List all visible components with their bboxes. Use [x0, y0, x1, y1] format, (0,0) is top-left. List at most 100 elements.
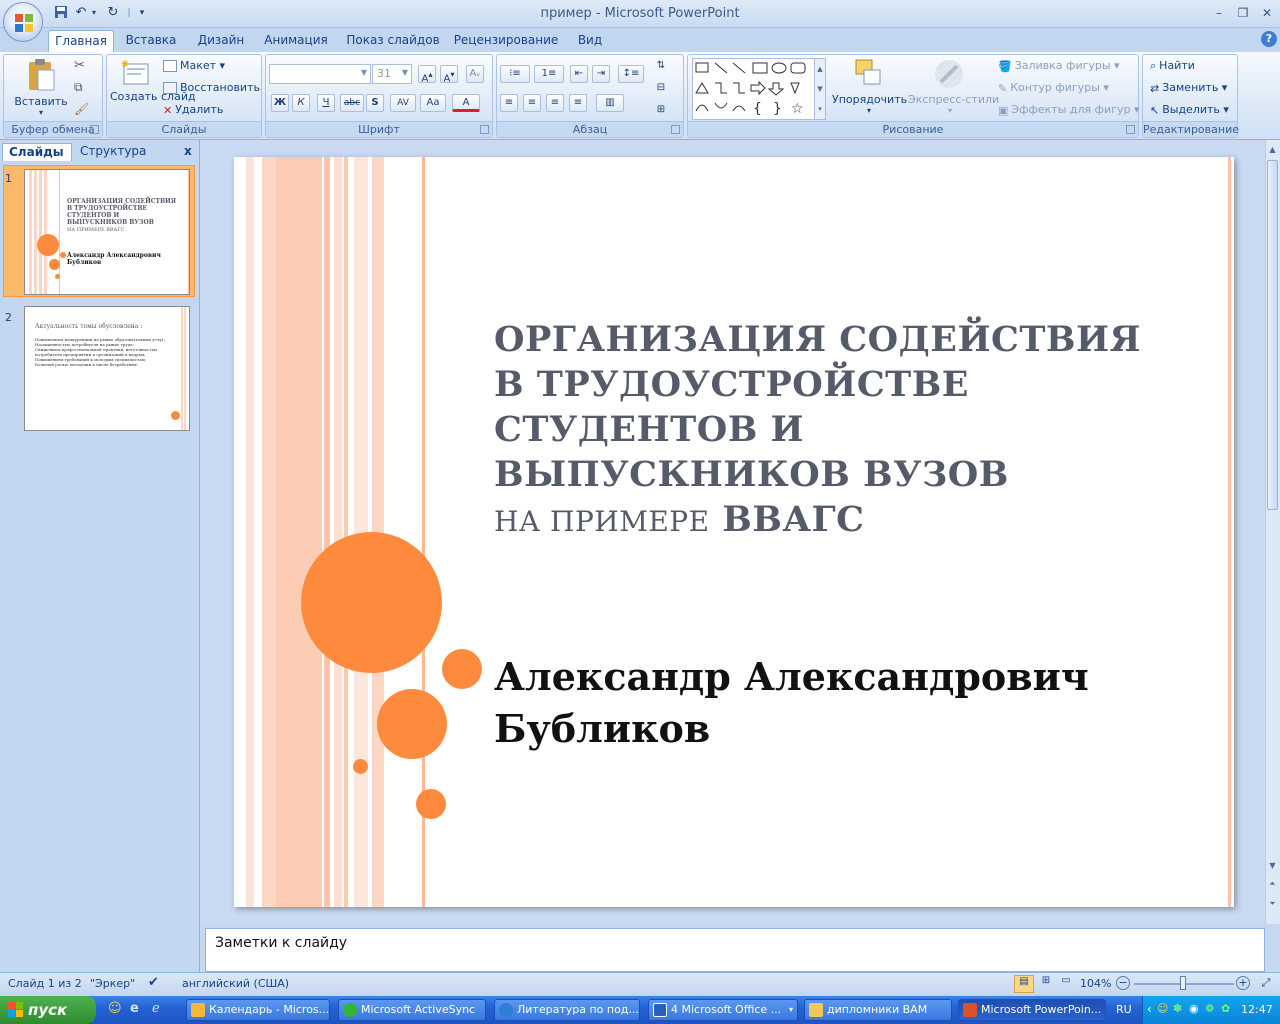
scroll-down-icon[interactable]: ▼ — [1265, 858, 1280, 873]
scroll-thumb[interactable] — [1267, 160, 1278, 510]
tray-icq-icon[interactable]: ✿ — [1221, 1002, 1230, 1015]
taskbar-button-activesync[interactable]: Microsoft ActiveSync — [338, 999, 486, 1021]
align-right-icon[interactable]: ≡ — [546, 94, 564, 112]
taskbar-button-powerpoint[interactable]: Microsoft PowerPoin... — [958, 999, 1106, 1021]
tray-network-icon[interactable]: ❁ — [1205, 1002, 1214, 1015]
tab-animation[interactable]: Анимация — [258, 30, 334, 52]
help-icon[interactable]: ? — [1261, 31, 1277, 47]
change-case-button[interactable]: Aa — [420, 94, 446, 112]
quick-styles-button[interactable]: Экспресс-стили ▾ — [908, 58, 999, 120]
tray-sync-icon[interactable]: ✽ — [1173, 1002, 1182, 1015]
text-direction-icon[interactable]: ⇅ — [652, 58, 670, 76]
font-name-input[interactable]: ▼ — [269, 64, 371, 84]
shape-effects-button[interactable]: ▣ Эффекты для фигур ▾ — [998, 103, 1140, 117]
ie-quicklaunch-icon[interactable]: e — [130, 1001, 139, 1016]
close-pane-icon[interactable]: x — [184, 144, 192, 158]
arrange-button[interactable]: Упорядочить ▾ — [832, 58, 907, 120]
tab-outline[interactable]: Структура — [74, 143, 162, 161]
slide-sorter-icon[interactable]: ⊞ — [1036, 975, 1056, 993]
spellcheck-icon[interactable]: ✔ — [148, 975, 159, 990]
format-painter-icon[interactable]: 🖌 — [74, 102, 89, 116]
increase-indent-icon[interactable]: ⇥ — [592, 65, 610, 83]
underline-button[interactable]: Ч — [317, 94, 335, 112]
shrink-font-icon[interactable]: A▾ — [440, 65, 458, 84]
maximize-button[interactable]: ❐ — [1232, 4, 1254, 22]
new-slide-button[interactable]: ✷ Создать слайд — [110, 57, 196, 122]
start-button[interactable]: пуск — [0, 996, 96, 1024]
replace-button[interactable]: ⇄ Заменить ▾ — [1150, 81, 1227, 95]
clear-format-icon[interactable]: Aᵥ — [466, 65, 484, 83]
tray-app-icon[interactable]: ☺ — [1157, 1002, 1168, 1015]
find-button[interactable]: ⌕ Найти — [1150, 59, 1195, 73]
ie-quicklaunch-icon-2[interactable]: ℯ — [152, 1001, 160, 1016]
fit-slide-icon[interactable]: ⤢ — [1258, 976, 1274, 992]
strikethrough-button[interactable]: abc — [340, 94, 364, 112]
taskbar-button-folder[interactable]: дипломники ВАМ — [804, 999, 952, 1021]
tray-antivirus-icon[interactable]: ◉ — [1189, 1002, 1199, 1015]
columns-icon[interactable]: ▥ — [596, 94, 624, 112]
align-text-icon[interactable]: ⊟ — [652, 80, 670, 98]
outlook-quicklaunch-icon[interactable]: ☺ — [108, 1001, 122, 1016]
bold-button[interactable]: Ж — [271, 94, 289, 112]
shapes-gallery[interactable]: {} ☆ — [692, 58, 816, 120]
copy-icon[interactable]: ⧉ — [74, 80, 83, 95]
minimize-button[interactable]: – — [1208, 4, 1230, 22]
zoom-level[interactable]: 104% — [1080, 977, 1111, 990]
smartart-icon[interactable]: ⊞ — [652, 102, 670, 120]
font-size-input[interactable]: 31 ▼ — [372, 64, 412, 84]
reset-button[interactable]: Восстановить — [163, 81, 260, 94]
layout-button[interactable]: Макет ▾ — [163, 59, 225, 72]
line-spacing-icon[interactable]: ↕≡ — [618, 65, 644, 83]
zoom-out-icon[interactable]: − — [1116, 976, 1130, 990]
taskbar-button-calendar[interactable]: Календарь - Micros... — [186, 999, 330, 1021]
tab-design[interactable]: Дизайн — [190, 30, 252, 52]
shape-outline-button[interactable]: ✎ Контур фигуры ▾ — [998, 81, 1109, 95]
previous-slide-icon[interactable]: ⏶ — [1265, 876, 1280, 891]
dialog-launcher-icon[interactable] — [480, 125, 489, 134]
zoom-in-icon[interactable]: + — [1236, 976, 1250, 990]
slideshow-view-icon[interactable]: ▭ — [1056, 975, 1076, 993]
justify-icon[interactable]: ≡ — [569, 94, 587, 112]
close-button[interactable]: ✕ — [1256, 4, 1278, 22]
slide-canvas[interactable]: ОРГАНИЗАЦИЯ СОДЕЙСТВИЯ В ТРУДОУСТРОЙСТВЕ… — [234, 157, 1234, 907]
bullets-icon[interactable]: ⁝≡ — [500, 65, 530, 83]
slide-title[interactable]: ОРГАНИЗАЦИЯ СОДЕЙСТВИЯ В ТРУДОУСТРОЙСТВЕ… — [494, 317, 1194, 544]
align-left-icon[interactable]: ≡ — [500, 94, 518, 112]
decrease-indent-icon[interactable]: ⇤ — [570, 65, 588, 83]
tab-view[interactable]: Вид — [570, 30, 610, 52]
dialog-launcher-icon[interactable] — [671, 125, 680, 134]
align-center-icon[interactable]: ≡ — [523, 94, 541, 112]
numbering-icon[interactable]: 1≡ — [534, 65, 564, 83]
shape-fill-button[interactable]: 🪣 Заливка фигуры ▾ — [998, 59, 1120, 73]
dialog-launcher-icon[interactable] — [90, 125, 99, 134]
tab-slides[interactable]: Слайды — [2, 143, 72, 161]
notes-field[interactable]: Заметки к слайду — [205, 928, 1265, 972]
shadow-button[interactable]: S — [366, 94, 384, 112]
language-indicator[interactable]: английский (США) — [182, 977, 289, 990]
tab-home[interactable]: Главная — [48, 30, 114, 52]
font-color-button[interactable]: A — [452, 94, 480, 112]
language-bar[interactable]: RU — [1116, 1003, 1132, 1016]
tab-slideshow[interactable]: Показ слайдов — [344, 30, 442, 52]
zoom-slider-handle[interactable] — [1180, 976, 1186, 990]
taskbar-button-literature[interactable]: Литература по под... — [494, 999, 640, 1021]
tab-insert[interactable]: Вставка — [120, 30, 182, 52]
next-slide-icon[interactable]: ⏷ — [1265, 896, 1280, 911]
cut-icon[interactable]: ✂ — [74, 58, 85, 73]
tab-review[interactable]: Рецензирование — [452, 30, 560, 52]
taskbar-button-office-group[interactable]: 4 Microsoft Office ... ▾ — [648, 999, 798, 1021]
slide-subtitle[interactable]: Александр Александрович Бубликов — [494, 651, 1194, 755]
dialog-launcher-icon[interactable] — [1126, 125, 1135, 134]
clock[interactable]: 12:47 — [1241, 1003, 1273, 1016]
select-button[interactable]: ↖ Выделить ▾ — [1150, 103, 1229, 117]
normal-view-icon[interactable]: ▤ — [1014, 975, 1034, 993]
paste-button[interactable]: Вставить ▾ — [14, 58, 68, 122]
delete-button[interactable]: ✕ Удалить — [163, 103, 223, 117]
shapes-scroll[interactable]: ▲ ▼ ▾ — [814, 58, 826, 120]
tray-chevron-icon[interactable]: ‹ — [1147, 1002, 1152, 1016]
grow-font-icon[interactable]: A▴ — [418, 65, 436, 84]
italic-button[interactable]: К — [292, 94, 310, 112]
char-spacing-button[interactable]: AV — [390, 94, 416, 112]
office-button[interactable] — [3, 2, 43, 42]
scroll-up-icon[interactable]: ▲ — [1265, 142, 1280, 157]
